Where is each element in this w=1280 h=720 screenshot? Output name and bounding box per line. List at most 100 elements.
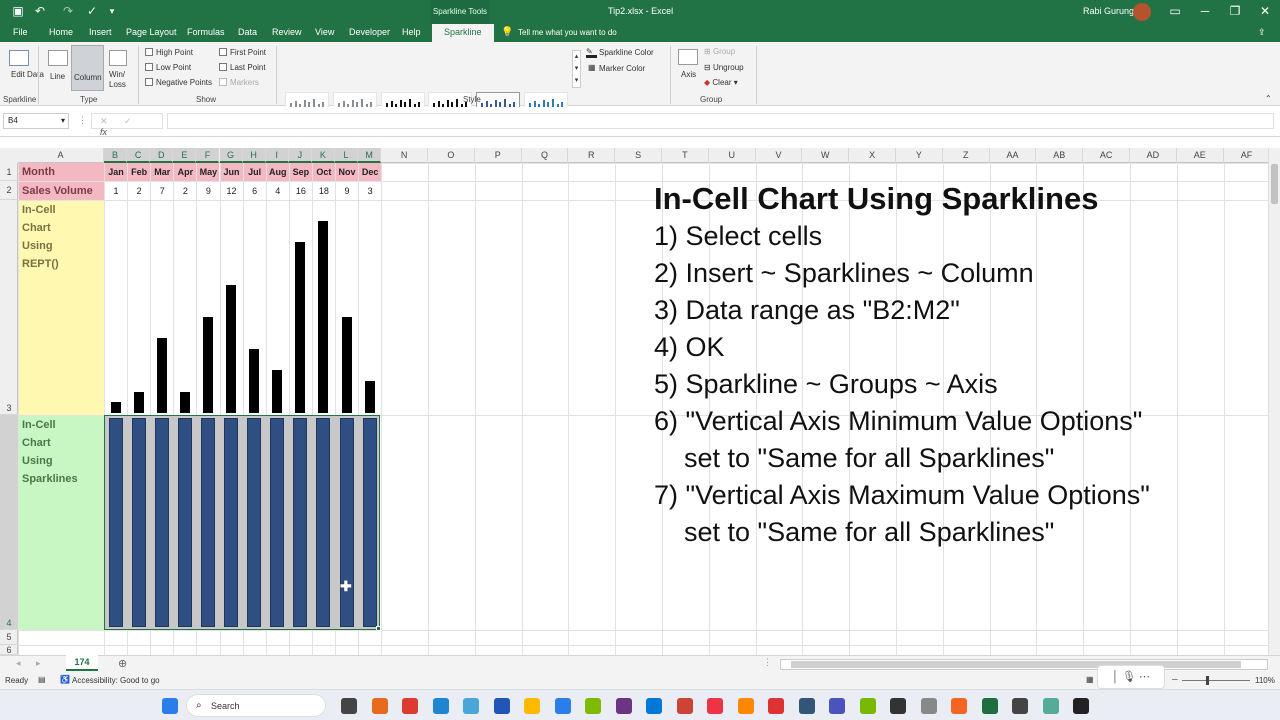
taskbar-app-icon[interactable]	[829, 698, 845, 714]
start-icon[interactable]	[162, 698, 178, 714]
win-loss-button[interactable]: Win/ Loss	[109, 70, 131, 90]
column-header-r[interactable]: R	[568, 148, 616, 163]
month-cell[interactable]: Sep	[289, 163, 312, 181]
formula-buttons[interactable]: ✕ ✓ fx	[91, 113, 163, 137]
tab-formulas[interactable]: Formulas	[187, 27, 225, 37]
tell-me-search[interactable]: Tell me what you want to do	[518, 28, 617, 37]
column-header-s[interactable]: S	[615, 148, 662, 163]
taskbar-app-icon[interactable]	[951, 698, 967, 714]
row-header-2[interactable]: 2	[0, 181, 18, 200]
column-header-o[interactable]: O	[428, 148, 475, 163]
sales-cell[interactable]: 9	[336, 182, 358, 200]
tab-page-layout[interactable]: Page Layout	[126, 27, 177, 37]
taskbar-app-icon[interactable]	[676, 698, 693, 714]
taskbar-app-icon[interactable]	[524, 698, 540, 714]
month-cell[interactable]: Jul	[243, 163, 266, 181]
sparkline-column[interactable]	[247, 418, 262, 627]
share-icon[interactable]: ⇪	[1258, 27, 1266, 38]
month-cell[interactable]: Mar	[151, 163, 174, 181]
column-header-p[interactable]: P	[475, 148, 522, 163]
taskbar-app-icon[interactable]	[432, 698, 449, 714]
tab-help[interactable]: Help	[402, 27, 421, 37]
column-header-u[interactable]: U	[709, 148, 756, 163]
taskbar-app-icon[interactable]	[737, 698, 754, 714]
month-cell[interactable]: Dec	[359, 163, 382, 181]
minimize-icon[interactable]: ─	[1197, 3, 1213, 19]
zoom-thumb[interactable]	[1206, 676, 1209, 685]
taskbar-app-icon[interactable]	[768, 698, 784, 714]
sparkline-column[interactable]	[270, 418, 285, 627]
taskbar-app-icon[interactable]	[493, 698, 510, 714]
collapse-ribbon-icon[interactable]: ⌃	[1265, 94, 1272, 103]
column-header-q[interactable]: Q	[522, 148, 569, 163]
month-cell[interactable]: Oct	[312, 163, 335, 181]
h-scroll-thumb[interactable]	[791, 661, 1241, 668]
column-header-af[interactable]: AF	[1224, 148, 1271, 163]
sales-cell[interactable]: 6	[244, 182, 266, 200]
sales-cell[interactable]: 3	[359, 182, 381, 200]
taskbar-app-icon[interactable]	[554, 698, 571, 714]
marker-color-button[interactable]: Marker Color	[599, 64, 645, 73]
month-cell[interactable]: Jun	[220, 163, 243, 181]
select-all-corner[interactable]	[0, 148, 18, 163]
column-header-l[interactable]: L	[335, 148, 359, 163]
month-cell[interactable]: May	[197, 163, 220, 181]
column-header-g[interactable]: G	[219, 148, 243, 163]
column-header-k[interactable]: K	[311, 148, 335, 163]
clear-button[interactable]: ◆ Clear ▾	[704, 78, 738, 87]
taskbar-app-icon[interactable]	[371, 698, 388, 714]
taskbar-app-icon[interactable]	[585, 698, 601, 714]
avatar[interactable]	[1133, 3, 1151, 21]
column-header-ae[interactable]: AE	[1177, 148, 1224, 163]
markers-checkbox[interactable]: Markers	[219, 78, 259, 87]
row-header-1[interactable]: 1	[0, 163, 18, 181]
column-header-x[interactable]: X	[849, 148, 896, 163]
tab-developer[interactable]: Developer	[349, 27, 390, 37]
high-point-checkbox[interactable]: High Point	[145, 48, 193, 57]
sparkline-column[interactable]	[108, 418, 123, 627]
row-header-3[interactable]: 3	[0, 200, 18, 415]
sheet-tab-174[interactable]: 174	[66, 655, 98, 671]
column-header-w[interactable]: W	[802, 148, 850, 163]
line-button[interactable]: Line	[50, 72, 65, 81]
taskbar-app-icon[interactable]	[1073, 698, 1089, 714]
cell-a3[interactable]: In-Cell Chart Using REPT()	[19, 201, 104, 415]
taskbar-app-icon[interactable]	[798, 698, 815, 714]
low-point-checkbox[interactable]: Low Point	[145, 63, 191, 72]
save-icon[interactable]: ▣	[10, 3, 26, 19]
tab-file[interactable]: File	[13, 27, 28, 37]
accessibility-status[interactable]: Accessibility: Good to go	[72, 676, 160, 685]
name-box[interactable]: B4 ▾	[3, 113, 69, 129]
sales-cell[interactable]: 18	[313, 182, 335, 200]
horizontal-scrollbar[interactable]	[780, 659, 1268, 670]
sales-cell[interactable]: 16	[290, 182, 312, 200]
sparkline-column[interactable]	[316, 418, 331, 627]
restore-icon[interactable]: ❐	[1227, 3, 1243, 19]
column-header-j[interactable]: J	[288, 148, 312, 163]
taskbar-app-icon[interactable]	[890, 698, 906, 714]
sparkline-column[interactable]	[339, 418, 354, 627]
sales-cell[interactable]: 1	[105, 182, 127, 200]
sparkline-column[interactable]	[200, 418, 215, 627]
column-header-c[interactable]: C	[127, 148, 151, 163]
sales-cell[interactable]: 2	[174, 182, 196, 200]
month-cell[interactable]: Aug	[266, 163, 289, 181]
sales-cell[interactable]: 12	[221, 182, 243, 200]
zoom-level[interactable]: 110%	[1255, 676, 1275, 685]
taskbar-app-icon[interactable]	[646, 698, 662, 714]
close-icon[interactable]: ✕	[1257, 3, 1273, 19]
sales-cell[interactable]: 4	[267, 182, 289, 200]
row-header-6[interactable]: 6	[0, 645, 18, 655]
month-cell[interactable]: Apr	[174, 163, 197, 181]
sparkline-column[interactable]	[177, 418, 192, 627]
taskbar-app-icon[interactable]	[402, 698, 418, 714]
tab-split-icon[interactable]: ⋮	[763, 657, 772, 668]
sparkline-color-button[interactable]: Sparkline Color	[599, 48, 654, 57]
taskbar-app-icon[interactable]	[920, 698, 937, 714]
tab-sparkline[interactable]: Sparkline	[432, 24, 494, 42]
tab-view[interactable]: View	[315, 27, 334, 37]
prev-sheet-icon[interactable]: ◂	[16, 658, 21, 669]
taskbar-app-icon[interactable]	[1042, 698, 1059, 714]
customize-qat-icon[interactable]: ▾	[104, 3, 120, 19]
column-header-a[interactable]: A	[18, 148, 104, 163]
